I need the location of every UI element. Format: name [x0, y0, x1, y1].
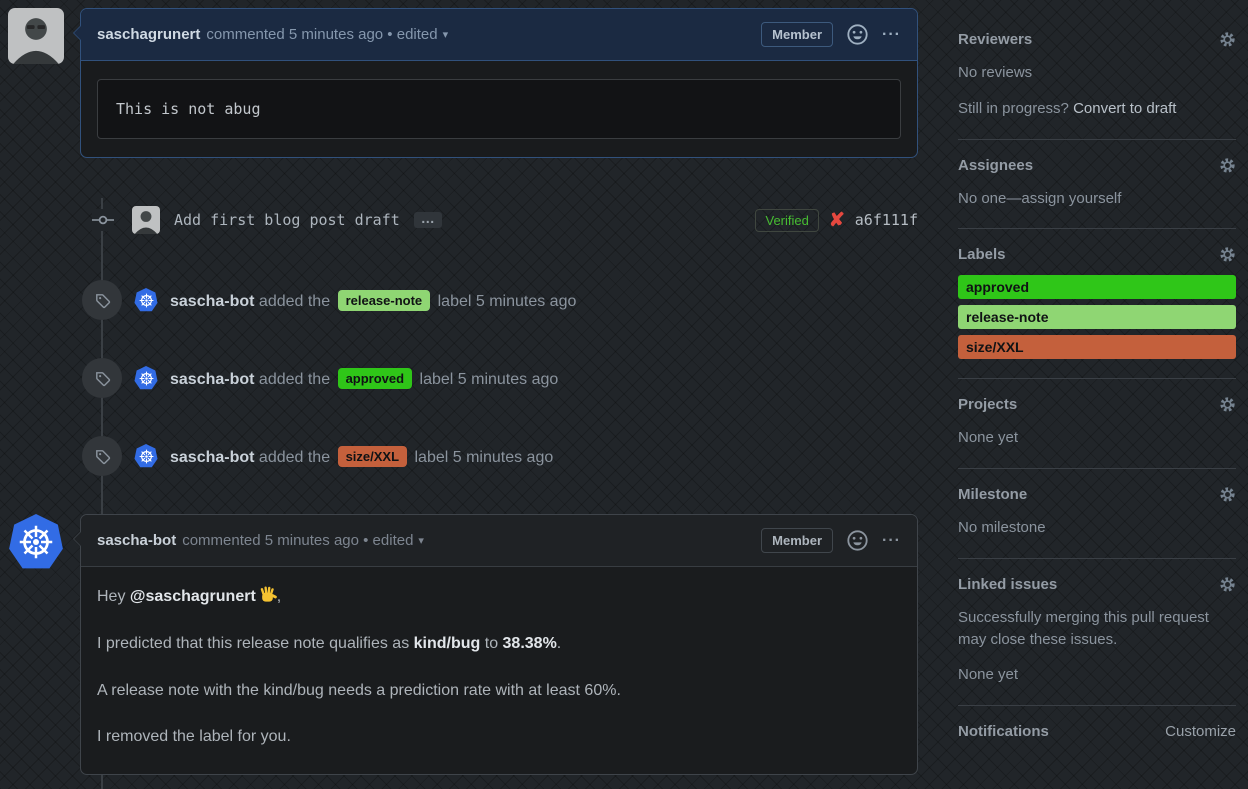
- label-event: sascha-bot added the size/XXL label 5 mi…: [8, 436, 918, 476]
- pr-conversation-page: saschagrunert commented 5 minutes ago • …: [0, 0, 1248, 789]
- smiley-icon: [847, 530, 868, 551]
- actor-link[interactable]: sascha-bot: [170, 371, 254, 388]
- pr-timeline: saschagrunert commented 5 minutes ago • …: [8, 8, 918, 789]
- assignees-section: Assignees No one—assign yourself: [958, 140, 1236, 230]
- milestone-section: Milestone No milestone: [958, 469, 1236, 559]
- event-text: sascha-bot added the approved label 5 mi…: [170, 367, 558, 389]
- projects-section: Projects None yet: [958, 379, 1236, 469]
- commit-event: Add first blog post draft … Verified ✘ a…: [8, 198, 918, 242]
- gear-icon[interactable]: [1219, 157, 1236, 174]
- edited-dropdown[interactable]: ▾: [443, 28, 449, 41]
- event-text: sascha-bot added the release-note label …: [170, 289, 576, 311]
- sidebar-label-approved[interactable]: approved: [958, 275, 1236, 300]
- actor-link[interactable]: sascha-bot: [170, 449, 254, 466]
- avatar-saschagrunert[interactable]: [8, 8, 64, 64]
- tag-icon: [82, 436, 122, 476]
- avatar-sascha-bot[interactable]: [134, 444, 158, 468]
- notifications-section: Notifications Customize: [958, 706, 1236, 759]
- avatar-sascha-bot[interactable]: [134, 288, 158, 312]
- linked-issues-section: Linked issues Successfully merging this …: [958, 559, 1236, 706]
- kebab-icon: ···: [882, 25, 901, 43]
- code-block: This is not abug: [97, 79, 901, 139]
- milestone-title: Milestone: [958, 486, 1028, 503]
- avatar-sascha-bot[interactable]: [134, 366, 158, 390]
- gear-icon[interactable]: [1219, 396, 1236, 413]
- wave-emoji: [258, 585, 277, 604]
- timeline: Add first blog post draft … Verified ✘ a…: [8, 198, 918, 789]
- tag-icon: [82, 358, 122, 398]
- gear-icon[interactable]: [1219, 246, 1236, 263]
- milestone-empty: No milestone: [958, 519, 1046, 536]
- comment-meta: commented 5 minutes ago • edited: [206, 26, 438, 43]
- commit-author-avatar[interactable]: [132, 206, 160, 234]
- gear-icon[interactable]: [1219, 486, 1236, 503]
- comment-header: sascha-bot commented 5 minutes ago • edi…: [81, 515, 917, 567]
- label-chip[interactable]: size/XXL: [337, 445, 408, 467]
- greeting-paragraph: Hey @saschagrunert,: [97, 585, 901, 608]
- mention-link[interactable]: @saschagrunert: [130, 588, 256, 605]
- comment-options-button[interactable]: ···: [882, 26, 901, 44]
- commit-message-link[interactable]: Add first blog post draft: [174, 211, 400, 229]
- comment-sascha-bot: sascha-bot commented 5 minutes ago • edi…: [8, 514, 918, 776]
- assignees-title: Assignees: [958, 156, 1034, 174]
- verified-badge[interactable]: Verified: [755, 208, 819, 232]
- pr-sidebar: Reviewers No reviews Still in progress? …: [958, 8, 1236, 789]
- projects-title: Projects: [958, 396, 1018, 414]
- comment-header: saschagrunert commented 5 minutes ago • …: [81, 9, 917, 61]
- commit-expand-button[interactable]: …: [413, 211, 442, 228]
- member-badge: Member: [761, 528, 834, 553]
- removal-paragraph: I removed the label for you.: [97, 728, 291, 746]
- linked-issues-desc: Successfully merging this pull request m…: [958, 608, 1209, 648]
- label-event: sascha-bot added the approved label 5 mi…: [8, 358, 918, 398]
- status-failure-icon[interactable]: ✘: [829, 209, 845, 232]
- comment-body: Hey @saschagrunert, I predicted that thi…: [81, 567, 917, 774]
- labels-section: Labels approved release-note size/XXL: [958, 229, 1236, 380]
- comment-body: This is not abug: [81, 61, 917, 157]
- member-badge: Member: [761, 22, 834, 47]
- notifications-title: Notifications: [958, 723, 1049, 740]
- commit-sha-link[interactable]: a6f111f: [855, 211, 918, 229]
- threshold-paragraph: A release note with the kind/bug needs a…: [97, 681, 621, 699]
- edited-dropdown[interactable]: ▾: [418, 534, 424, 547]
- projects-empty: None yet: [958, 429, 1019, 447]
- avatar-sascha-bot-large[interactable]: [8, 514, 64, 570]
- comment-author-link[interactable]: saschagrunert: [97, 26, 200, 43]
- smiley-icon: [847, 24, 868, 45]
- comment-saschagrunert: saschagrunert commented 5 minutes ago • …: [8, 8, 918, 158]
- actor-link[interactable]: sascha-bot: [170, 293, 254, 310]
- label-chip[interactable]: release-note: [337, 289, 431, 311]
- reviewers-empty: No reviews: [958, 64, 1033, 81]
- prediction-paragraph: I predicted that this release note quali…: [97, 634, 562, 652]
- convert-to-draft-link[interactable]: Convert to draft: [1073, 100, 1176, 117]
- linked-issues-title: Linked issues: [958, 575, 1058, 593]
- labels-title: Labels: [958, 246, 1006, 264]
- tag-icon: [82, 280, 122, 320]
- reviewers-title: Reviewers: [958, 31, 1033, 48]
- linked-issues-empty: None yet: [958, 666, 1019, 684]
- add-reaction-button[interactable]: [847, 530, 868, 551]
- comment-options-button[interactable]: ···: [882, 532, 901, 550]
- customize-link[interactable]: Customize: [1165, 723, 1236, 740]
- label-chip[interactable]: approved: [337, 367, 413, 389]
- kebab-icon: ···: [882, 531, 901, 549]
- event-text: sascha-bot added the size/XXL label 5 mi…: [170, 445, 553, 467]
- sidebar-label-size-xxl[interactable]: size/XXL: [958, 335, 1236, 360]
- comment-meta: commented 5 minutes ago • edited: [182, 532, 414, 549]
- assign-yourself-link[interactable]: assign yourself: [1021, 190, 1121, 207]
- gear-icon[interactable]: [1219, 31, 1236, 48]
- comment-author-link[interactable]: sascha-bot: [97, 532, 176, 549]
- gear-icon[interactable]: [1219, 576, 1236, 593]
- sidebar-label-release-note[interactable]: release-note: [958, 305, 1236, 330]
- git-commit-icon: [92, 209, 114, 231]
- reviewers-section: Reviewers No reviews Still in progress? …: [958, 14, 1236, 140]
- assignees-empty: No one—: [958, 189, 1022, 207]
- add-reaction-button[interactable]: [847, 24, 868, 45]
- label-event: sascha-bot added the release-note label …: [8, 280, 918, 320]
